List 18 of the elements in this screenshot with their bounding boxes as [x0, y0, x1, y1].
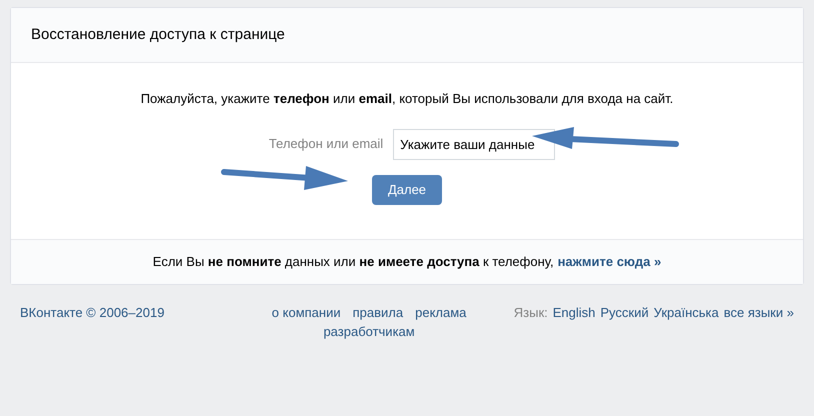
footer-link[interactable]: разработчикам	[323, 322, 415, 342]
arrow-icon	[220, 164, 350, 192]
next-button[interactable]: Далее	[372, 174, 442, 204]
language-label: Язык:	[514, 304, 548, 322]
field-label: Телефон или email	[268, 135, 384, 154]
language-link[interactable]: Русский	[600, 302, 649, 322]
language-link[interactable]: English	[552, 302, 596, 322]
footer-link[interactable]: реклама	[415, 302, 466, 322]
copyright-text: ВКонтакте © 2006–2019	[20, 304, 164, 322]
page-title: Восстановление доступа к странице	[31, 24, 285, 45]
footer-link[interactable]: о компании	[272, 302, 341, 322]
help-text: Если Вы не помните данных или не имеете доступа к телефону,	[152, 252, 554, 271]
contact-input-field[interactable]: Укажите ваши данные	[393, 128, 556, 160]
click-here-link[interactable]: нажмите сюда »	[558, 252, 662, 272]
language-link[interactable]: Українська	[654, 302, 719, 322]
instruction-text: Пожалуйста, укажите телефон или email, который Вы использовали для входа на сайт.	[140, 90, 674, 108]
footer-link[interactable]: правила	[352, 302, 404, 322]
language-link[interactable]: все языки »	[724, 302, 794, 322]
